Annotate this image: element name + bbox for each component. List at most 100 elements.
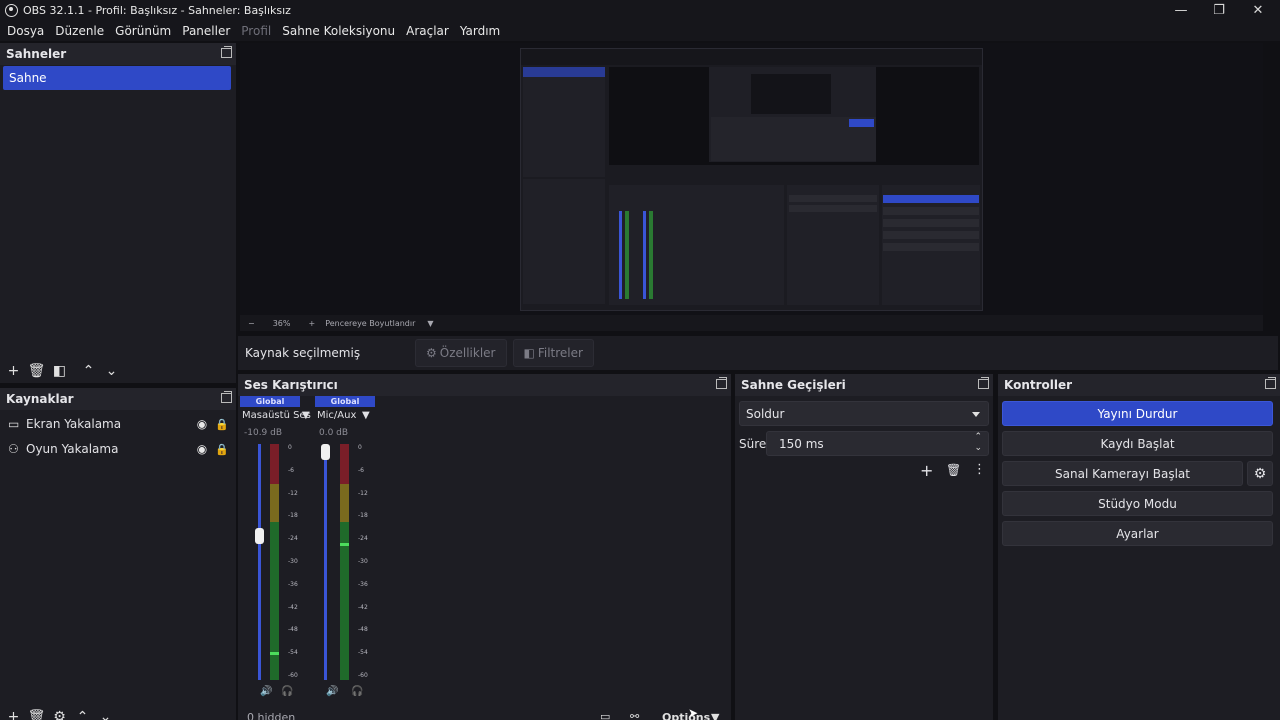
hidden-count-label: 0 hidden (247, 711, 296, 720)
remove-source-icon[interactable]: 🗑 (25, 707, 48, 720)
settings-button[interactable]: Ayarlar (1002, 521, 1273, 546)
menu-file[interactable]: Dosya (7, 24, 44, 38)
mouse-cursor-icon: ➤ (688, 706, 699, 720)
monitor-headphone-icon[interactable]: 🎧 (351, 686, 363, 697)
speaker-icon[interactable]: 🔊 (326, 686, 338, 697)
source-properties-icon[interactable]: ⚙ (48, 707, 71, 720)
menu-bar: Dosya Düzenle Görünüm Paneller Profil Sa… (0, 20, 1280, 41)
close-button[interactable]: ✕ (1239, 0, 1277, 20)
maximize-button[interactable]: ❐ (1200, 0, 1238, 20)
source-item[interactable]: ⚇ Oyun Yakalama ◉ 🔒 (2, 438, 232, 460)
dock-float-icon[interactable] (221, 46, 232, 58)
mixer-options-button[interactable]: Options (662, 711, 710, 720)
vu-scale-tick: -36 (288, 580, 298, 588)
volume-slider-track[interactable] (324, 444, 327, 680)
menu-tools[interactable]: Araçlar (406, 24, 449, 38)
start-recording-button[interactable]: Kaydı Başlat (1002, 431, 1273, 456)
vu-scale-tick: -60 (358, 672, 368, 679)
add-transition-icon[interactable]: + (920, 461, 933, 480)
start-virtual-camera-button[interactable]: Sanal Kamerayı Başlat (1002, 461, 1243, 486)
vu-meter-zone (270, 444, 279, 485)
controls-title: Kontroller (998, 374, 1280, 396)
visibility-eye-icon[interactable]: ◉ (192, 442, 212, 456)
monitor-headphone-icon[interactable]: 🎧 (281, 686, 293, 697)
channel-menu-chevron-icon[interactable]: ▼ (302, 410, 310, 421)
lock-icon[interactable]: 🔒 (212, 418, 232, 431)
vu-scale-tick: -48 (288, 626, 298, 634)
vu-scale-tick: -48 (358, 626, 368, 634)
filters-label: Filtreler (537, 346, 583, 360)
vu-scale-tick: -18 (358, 512, 368, 520)
menu-scene-collection[interactable]: Sahne Koleksiyonu (282, 24, 395, 38)
zoom-out-icon[interactable]: − (248, 319, 255, 328)
zoom-in-icon[interactable]: + (308, 319, 315, 328)
scenes-dock-title: Sahneler (0, 43, 236, 65)
vu-scale-tick: -36 (358, 580, 368, 588)
stop-streaming-button[interactable]: Yayını Durdur (1002, 401, 1273, 426)
volume-slider-track[interactable] (258, 444, 261, 680)
mixer-channel-name: Masaüstü Ses (242, 410, 311, 421)
vu-scale-tick: -42 (288, 603, 298, 611)
transition-type-select[interactable]: Soldur (739, 401, 989, 426)
remove-transition-icon[interactable]: 🗑 (946, 463, 961, 477)
dock-float-icon[interactable] (978, 377, 989, 389)
mixer-link-icon[interactable]: ⚯ (630, 710, 639, 720)
virtual-camera-settings-gear-icon[interactable]: ⚙ (1247, 461, 1273, 486)
properties-label: Özellikler (439, 346, 496, 360)
chevron-down-icon (972, 412, 980, 417)
minimize-button[interactable]: — (1162, 0, 1200, 20)
spin-arrows-icon[interactable]: ⌃ ⌄ (974, 432, 982, 454)
options-chevron-icon[interactable]: ▼ (711, 711, 719, 720)
no-source-selected-label: Kaynak seçilmemiş (245, 346, 361, 360)
source-label: Oyun Yakalama (26, 442, 119, 456)
vu-scale-tick: -54 (358, 649, 368, 657)
properties-button[interactable]: ⚙ Özellikler (415, 339, 507, 367)
scenes-toolbar: + 🗑 ◧ ⌃ ⌄ (2, 361, 123, 381)
resize-to-window-button[interactable]: Pencereye Boyutlandır (325, 319, 415, 328)
dock-float-icon[interactable] (1265, 377, 1276, 389)
visibility-eye-icon[interactable]: ◉ (192, 417, 212, 431)
channel-menu-chevron-icon[interactable]: ▼ (362, 410, 370, 421)
zoom-dropdown-chevron-icon[interactable]: ▼ (427, 319, 433, 328)
source-label: Ekran Yakalama (26, 417, 122, 431)
vu-scale-tick: -30 (288, 558, 298, 565)
scenes-dock: Sahneler (0, 43, 236, 383)
vu-meter-level (270, 651, 279, 655)
mixer-layout-icon[interactable]: ▭ (600, 710, 610, 720)
add-source-icon[interactable]: + (2, 707, 25, 720)
vu-meter-zone (270, 521, 279, 680)
volume-slider-handle[interactable] (321, 444, 330, 460)
add-scene-icon[interactable]: + (2, 361, 25, 381)
studio-mode-button[interactable]: Stüdyo Modu (1002, 491, 1273, 516)
menu-profile[interactable]: Profil (241, 24, 271, 38)
menu-docks[interactable]: Paneller (182, 24, 230, 38)
move-source-down-icon[interactable]: ⌄ (94, 707, 117, 720)
menu-edit[interactable]: Düzenle (55, 24, 104, 38)
sources-dock-title: Kaynaklar (0, 388, 236, 410)
vu-scale-tick: -30 (358, 558, 368, 565)
vu-scale-tick: -54 (288, 649, 298, 657)
mixer-channel-db: 0.0 dB (319, 428, 349, 438)
mixer-global-tag: Global (315, 396, 375, 407)
transition-more-icon[interactable]: ⋮ (973, 462, 986, 477)
speaker-icon[interactable]: 🔊 (260, 686, 272, 697)
move-scene-up-icon[interactable]: ⌃ (77, 361, 100, 381)
monitor-icon: ▭ (8, 417, 20, 431)
audio-mixer-dock: Ses Karıştırıcı (238, 374, 731, 720)
dock-float-icon[interactable] (221, 391, 232, 403)
menu-view[interactable]: Görünüm (115, 24, 171, 38)
lock-icon[interactable]: 🔒 (212, 443, 232, 456)
duration-label: Süre (739, 437, 767, 451)
gear-icon: ⚙ (426, 346, 437, 360)
menu-help[interactable]: Yardım (460, 24, 500, 38)
dock-float-icon[interactable] (716, 377, 727, 389)
scene-list-item[interactable]: Sahne (3, 66, 231, 90)
filters-button[interactable]: ◧ Filtreler (512, 339, 594, 367)
duration-spinbox[interactable]: 150 ms ⌃ ⌄ (766, 431, 989, 456)
volume-slider-handle[interactable] (255, 527, 264, 544)
move-source-up-icon[interactable]: ⌃ (71, 707, 94, 720)
scene-filters-icon[interactable]: ◧ (48, 361, 71, 381)
remove-scene-icon[interactable]: 🗑 (25, 361, 48, 381)
move-scene-down-icon[interactable]: ⌄ (100, 361, 123, 381)
source-item[interactable]: ▭ Ekran Yakalama ◉ 🔒 (2, 413, 232, 435)
